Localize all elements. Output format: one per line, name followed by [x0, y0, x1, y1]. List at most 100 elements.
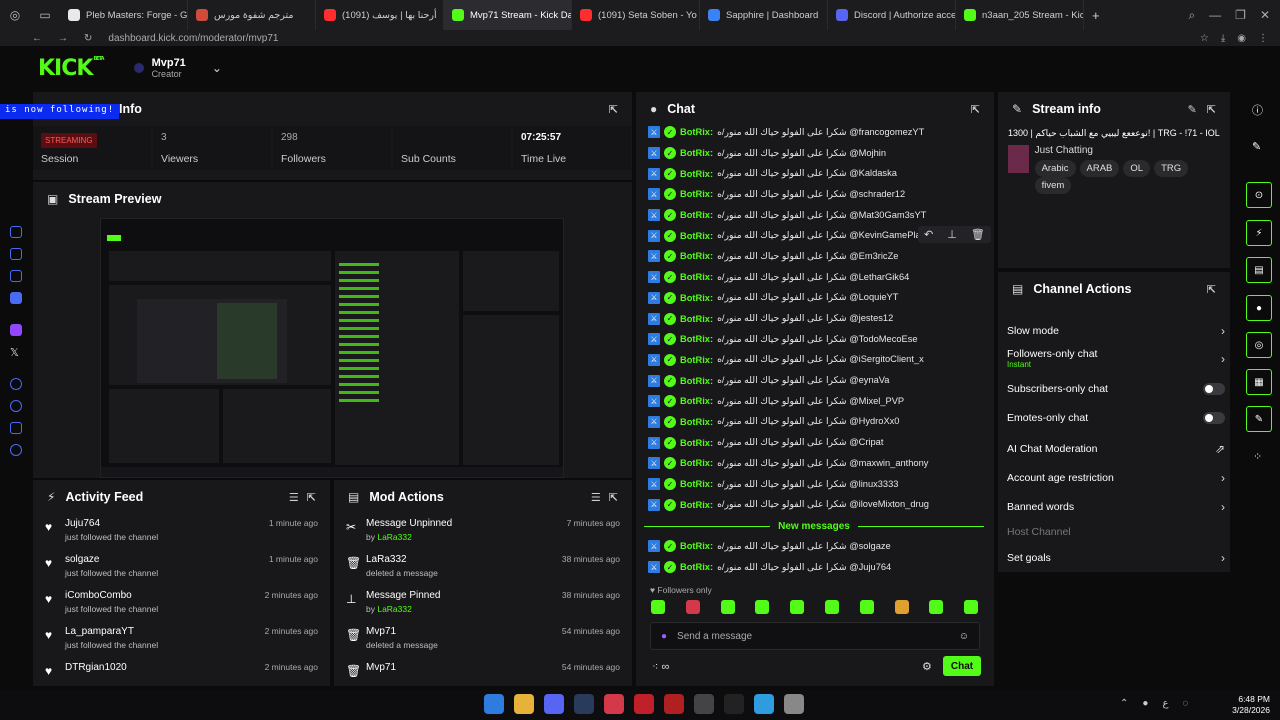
- browser-tab[interactable]: n3aan_205 Stream - Kick D: [956, 0, 1084, 30]
- subscribers-only-toggle[interactable]: [1203, 383, 1225, 395]
- broadcast-icon[interactable]: ◎: [1246, 332, 1272, 358]
- chat-message[interactable]: ⚔ ✓ BotRix: شكرا على الفولو حياك الله منور/…: [636, 205, 996, 226]
- chat-message[interactable]: ⚔ ✓ BotRix: شكرا على الفولو حياك الله منور/…: [636, 412, 996, 433]
- chat-username[interactable]: BotRix:: [680, 251, 713, 261]
- banned-words-row[interactable]: Banned words ›: [1007, 500, 1225, 514]
- list-item[interactable]: 🗑 Mvp71 deleted a message 54 minutes ago: [334, 622, 632, 658]
- chat-username[interactable]: BotRix:: [680, 396, 713, 406]
- chat-input[interactable]: ● Send a message ☺: [650, 622, 980, 650]
- m-icon[interactable]: [10, 292, 22, 304]
- chat-username[interactable]: BotRix:: [680, 438, 713, 448]
- chat-message[interactable]: ⚔ ✓ BotRix: شكرا على الفولو حياك الله منور/…: [636, 391, 996, 412]
- ai-moderation-row[interactable]: AI Chat Moderation ⇗: [1007, 442, 1225, 456]
- emote-icon[interactable]: [859, 600, 874, 614]
- chat-message[interactable]: ⚔ ✓ BotRix: شكرا على الفولو حياك الله منور/…: [636, 432, 996, 453]
- edit-icon[interactable]: ✎: [1188, 103, 1197, 116]
- taskbar-app-icon[interactable]: [784, 694, 804, 714]
- chat-username[interactable]: BotRix:: [680, 334, 713, 344]
- list-item[interactable]: ♥ La_pamparaYT just followed the channel 2 …: [33, 622, 330, 658]
- more-icon[interactable]: ⋮: [1258, 33, 1268, 44]
- stream-tag[interactable]: OL: [1123, 160, 1151, 177]
- browser-menu-icon[interactable]: ◎: [0, 0, 30, 30]
- mic-icon[interactable]: ●: [1142, 698, 1148, 709]
- emote-icon[interactable]: [755, 600, 770, 614]
- chat-message[interactable]: ⚔ ✓ BotRix: شكرا على الفولو حياك الله منور/…: [636, 267, 996, 288]
- stack-icon[interactable]: [10, 248, 22, 260]
- popout-icon[interactable]: ⇱: [1207, 283, 1216, 296]
- chat-username[interactable]: BotRix:: [680, 355, 713, 365]
- stream-tag[interactable]: ARAB: [1079, 160, 1120, 177]
- chat-message[interactable]: ⚔ ✓ BotRix: شكرا على الفولو حياك الله منور/…: [636, 246, 996, 267]
- mod-action-user[interactable]: LaRa332: [377, 604, 412, 614]
- chat-message[interactable]: ⚔ ✓ BotRix: شكرا على الفولو حياك الله منور/…: [636, 308, 996, 329]
- taskbar-app-icon[interactable]: [514, 694, 534, 714]
- chat-username[interactable]: BotRix:: [680, 376, 713, 386]
- language-indicator[interactable]: ع: [1162, 698, 1168, 709]
- tab-actions-icon[interactable]: ▭: [30, 0, 60, 30]
- chat-username[interactable]: BotRix:: [680, 500, 713, 510]
- emote-icon[interactable]: [894, 600, 909, 614]
- taskbar-app-icon[interactable]: [484, 694, 504, 714]
- taskbar-app-icon[interactable]: [604, 694, 624, 714]
- mod-action-user[interactable]: LaRa332: [377, 532, 412, 542]
- url-field[interactable]: dashboard.kick.com/moderator/mvp71: [108, 33, 278, 44]
- channel-switcher[interactable]: Mvp71 Creator ⌄: [133, 57, 222, 79]
- taskbar-app-icon[interactable]: [754, 694, 774, 714]
- x-icon[interactable]: 𝕏: [10, 346, 22, 359]
- chat-username[interactable]: BotRix:: [680, 458, 713, 468]
- stream-tag[interactable]: fivem: [1034, 177, 1072, 194]
- document-icon[interactable]: ▤: [1246, 257, 1272, 283]
- clock-icon[interactable]: [10, 400, 22, 412]
- chat-message[interactable]: ⚔ ✓ BotRix: شكرا على الفولو حياك الله منور/…: [636, 536, 994, 557]
- list-item[interactable]: ⊥ Message Pinned by LaRa332 38 minutes ago: [334, 586, 632, 622]
- chat-message[interactable]: ⚔ ✓ BotRix: شكرا على الفولو حياك الله منور/…: [636, 494, 996, 515]
- emote-icon[interactable]: [964, 600, 979, 614]
- chat-message[interactable]: ⚔ ✓ BotRix: شكرا على الفولو حياك الله منور/…: [636, 474, 996, 495]
- taskbar-app-icon[interactable]: [694, 694, 714, 714]
- popout-icon[interactable]: ⇱: [1207, 103, 1216, 116]
- play-icon[interactable]: [10, 378, 22, 390]
- chat-message[interactable]: ⚔ ✓ BotRix: شكرا على الفولو حياك الله منور/…: [636, 184, 996, 205]
- edit-icon[interactable]: [10, 270, 22, 282]
- chat-message[interactable]: ⚔ ✓ BotRix: شكرا على الفولو حياك الله منور/…: [636, 122, 996, 143]
- stream-tag[interactable]: TRG: [1154, 160, 1189, 177]
- emote-icon[interactable]: [790, 600, 805, 614]
- new-tab-button[interactable]: +: [1084, 0, 1108, 30]
- chat-username[interactable]: BotRix:: [680, 314, 713, 324]
- chat-message[interactable]: ⚔ ✓ BotRix: شكرا على الفولو حياك الله منور/…: [636, 350, 996, 371]
- stream-tag[interactable]: Arabic: [1034, 160, 1076, 177]
- chat-username[interactable]: BotRix:: [680, 189, 713, 199]
- filter-icon[interactable]: ☰: [591, 491, 601, 504]
- slow-mode-row[interactable]: Slow mode ›: [1007, 324, 1225, 338]
- emote-icon[interactable]: [929, 600, 944, 614]
- chat-username[interactable]: BotRix:: [680, 541, 713, 551]
- clock[interactable]: 6:48 PM 3/28/2026: [1232, 694, 1270, 716]
- popout-icon[interactable]: ⇱: [609, 103, 618, 116]
- forward-icon[interactable]: →: [58, 33, 68, 44]
- profile-icon[interactable]: ◉: [1237, 33, 1246, 44]
- emote-icon[interactable]: [651, 600, 665, 614]
- account-age-row[interactable]: Account age restriction ›: [1007, 471, 1225, 485]
- filter-icon[interactable]: ☰: [289, 491, 299, 504]
- chat-username[interactable]: BotRix:: [680, 293, 713, 303]
- send-chat-button[interactable]: Chat: [943, 656, 981, 676]
- browser-tab[interactable]: Mvp71 Stream - Kick Dash: [444, 0, 572, 30]
- wrench-icon[interactable]: ✎: [1246, 406, 1272, 432]
- new-messages-divider[interactable]: New messages: [644, 518, 984, 534]
- popout-icon[interactable]: ⇱: [307, 491, 316, 504]
- browser-tab[interactable]: Sapphire | Dashboard: [700, 0, 828, 30]
- reload-icon[interactable]: ↻: [84, 33, 92, 44]
- taskbar-app-icon[interactable]: [574, 694, 594, 714]
- chat-message[interactable]: ⚔ ✓ BotRix: شكرا على الفولو حياك الله منور/…: [636, 329, 996, 350]
- taskbar-app-icon[interactable]: [664, 694, 684, 714]
- network-icon[interactable]: ◌: [1182, 698, 1188, 709]
- set-goals-row[interactable]: Set goals ›: [1007, 551, 1225, 565]
- twitch-icon[interactable]: [10, 324, 22, 336]
- list-item[interactable]: ♥ solgaze just followed the channel 1 minut…: [33, 550, 330, 586]
- list-item[interactable]: 🗑 Mvp71 54 minutes ago: [334, 658, 632, 694]
- chat-icon[interactable]: ●: [1246, 295, 1272, 321]
- chat-message[interactable]: ⚔ ✓ BotRix: شكرا على الفولو حياك الله منور/…: [636, 288, 996, 309]
- emote-icon[interactable]: [825, 600, 839, 614]
- browser-tab[interactable]: (1091) أرحنا بها | يوسف: [316, 0, 444, 30]
- settings-icon[interactable]: [10, 444, 22, 456]
